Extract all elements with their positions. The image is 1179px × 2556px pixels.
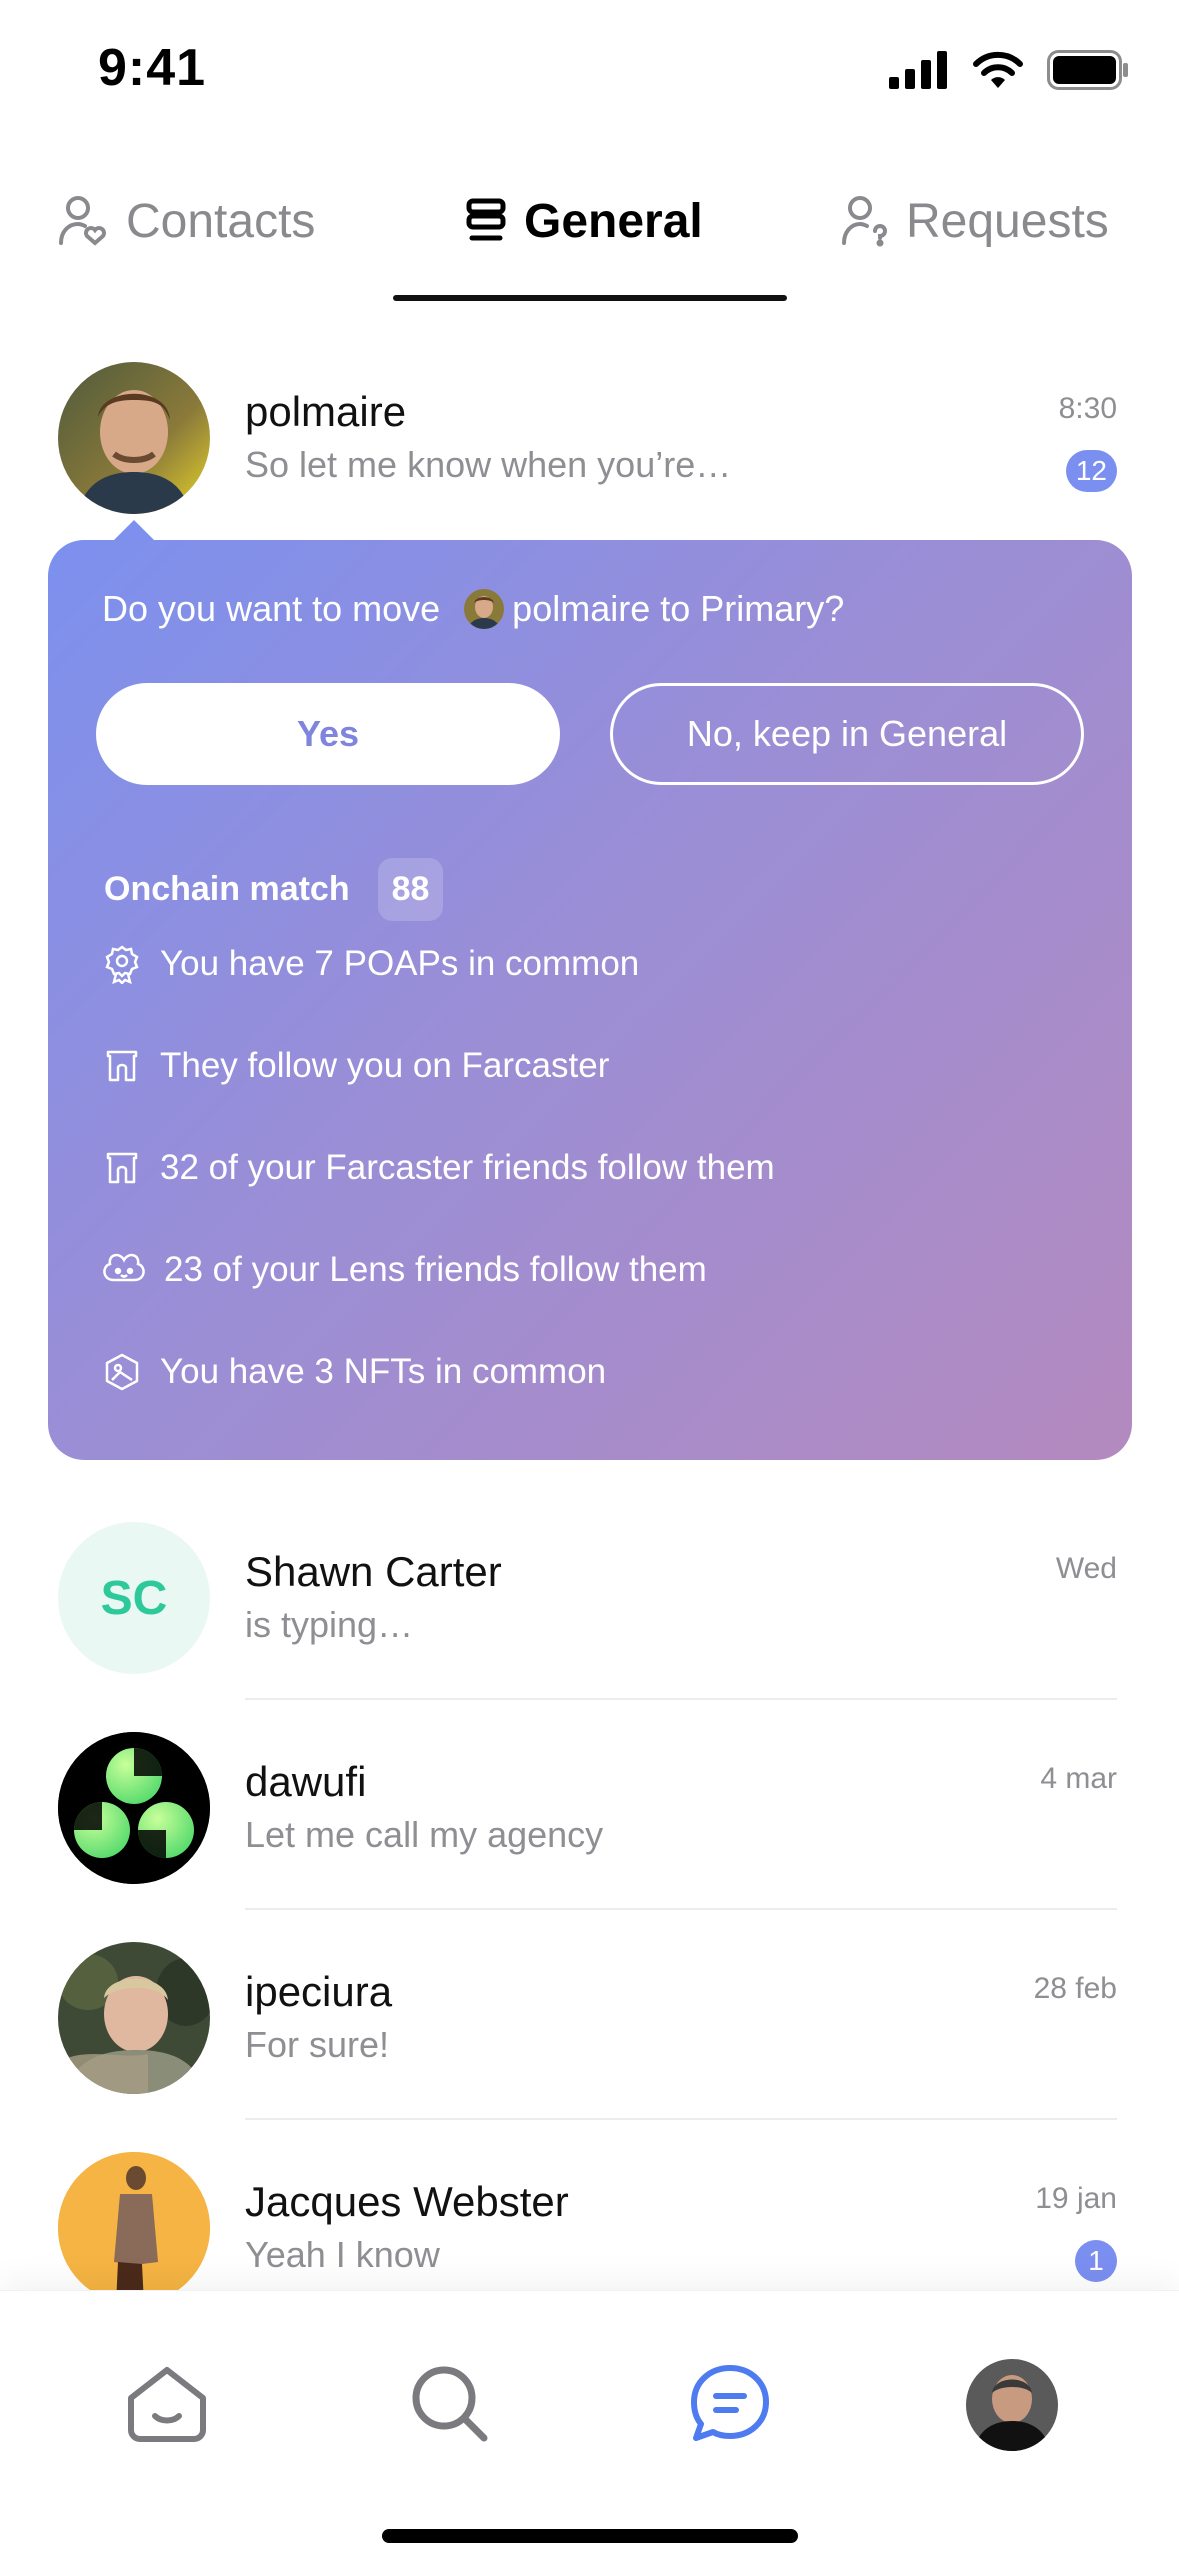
home-indicator	[382, 2529, 798, 2543]
prompt-prefix: Do you want to move	[102, 588, 441, 629]
nft-icon	[105, 1353, 139, 1391]
chat-preview: Yeah I know	[245, 2234, 440, 2275]
tab-contacts-label: Contacts	[126, 194, 316, 248]
chat-preview: is typing…	[245, 1604, 414, 1645]
status-time: 9:41	[98, 39, 207, 97]
status-icons	[889, 50, 1129, 90]
nav-profile-avatar[interactable]	[966, 2359, 1058, 2451]
chat-name: Shawn Carter	[245, 1548, 502, 1595]
chat-preview: For sure!	[245, 2024, 390, 2065]
tab-requests-label: Requests	[906, 194, 1109, 248]
nav-search[interactable]	[405, 2359, 495, 2449]
nav-home[interactable]	[122, 2359, 212, 2449]
unread-badge: 1	[1075, 2240, 1117, 2282]
stack-icon	[466, 198, 506, 241]
chat-name: dawufi	[245, 1758, 367, 1805]
reason-text: They follow you on Farcaster	[160, 1046, 610, 1085]
avatar	[58, 2152, 210, 2304]
avatar	[58, 1942, 210, 2094]
match-score: 88	[377, 858, 444, 921]
reason-text: You have 3 NFTs in common	[160, 1352, 607, 1391]
row-divider	[245, 2118, 1117, 2120]
user-heart-icon	[59, 196, 106, 246]
match-reason: 32 of your Farcaster friends follow them	[102, 1148, 775, 1188]
match-reason: 23 of your Lens friends follow them	[102, 1250, 707, 1290]
match-reason: You have 7 POAPs in common	[102, 944, 639, 984]
avatar-initials-text: SC	[100, 1571, 168, 1625]
poap-icon	[105, 945, 139, 984]
signal-icon	[889, 51, 947, 89]
tab-active-indicator	[393, 295, 787, 301]
avatar	[464, 589, 505, 629]
messages-icon	[691, 2365, 769, 2441]
search-icon	[412, 2366, 488, 2442]
onchain-match-label: Onchain match	[104, 870, 350, 908]
unread-badge: 12	[1065, 450, 1117, 492]
onchain-match: Onchain match 88	[104, 858, 444, 921]
chat-preview: Let me call my agency	[245, 1814, 604, 1855]
wifi-icon	[973, 51, 1023, 88]
prompt-name: polmaire to Primary?	[512, 588, 845, 629]
reason-text: You have 7 POAPs in common	[160, 944, 640, 983]
reason-text: 23 of your Lens friends follow them	[164, 1250, 707, 1289]
avatar-initials: SC	[58, 1522, 210, 1674]
chat-time: Wed	[1055, 1552, 1117, 1585]
battery-icon	[1047, 50, 1128, 90]
move-prompt: Do you want to move polmaire to Primary?	[102, 588, 844, 630]
match-reason: They follow you on Farcaster	[102, 1046, 609, 1086]
home-icon	[128, 2367, 206, 2442]
match-reason: You have 3 NFTs in common	[102, 1352, 606, 1392]
bottom-tab-bar	[0, 2290, 1179, 2556]
reason-text: 32 of your Farcaster friends follow them	[160, 1148, 775, 1187]
card-pointer	[112, 520, 156, 542]
lens-icon	[103, 1253, 145, 1282]
chat-name: ipeciura	[245, 1968, 393, 2015]
farcaster-icon	[106, 1152, 138, 1184]
nav-messages[interactable]	[685, 2359, 775, 2449]
tab-general-label: General	[524, 194, 703, 248]
chat-time: 19 jan	[1035, 2182, 1117, 2215]
avatar	[58, 1732, 210, 1884]
move-to-primary-card: Do you want to move polmaire to Primary?…	[48, 540, 1132, 1460]
chat-time: 8:30	[1058, 392, 1117, 425]
tab-contacts[interactable]: Contacts	[58, 180, 315, 262]
chat-row[interactable]: ipeciura For sure! 28 feb	[0, 1942, 1179, 2152]
farcaster-icon	[106, 1050, 138, 1082]
chat-preview: So let me know when you’re…	[245, 444, 732, 485]
chat-name: polmaire	[245, 388, 407, 435]
chat-time: 28 feb	[1033, 1972, 1117, 2005]
tab-requests[interactable]: Requests	[842, 180, 1109, 262]
yes-button[interactable]: Yes	[96, 683, 560, 785]
chat-row[interactable]: dawufi Let me call my agency 4 mar	[0, 1732, 1179, 1942]
user-question-icon	[842, 196, 887, 247]
segment-tabs: Contacts General Requests	[0, 180, 1179, 302]
chat-time: 4 mar	[1040, 1762, 1117, 1795]
keep-in-general-button[interactable]: No, keep in General	[610, 683, 1084, 785]
status-bar: 9:41	[0, 0, 1179, 150]
chat-name: Jacques Webster	[245, 2178, 569, 2225]
row-divider	[245, 1698, 1117, 1700]
row-divider	[245, 1908, 1117, 1910]
avatar	[58, 362, 210, 514]
chat-row[interactable]: SC Shawn Carter is typing… Wed	[0, 1522, 1179, 1732]
tab-general[interactable]: General	[466, 180, 703, 262]
